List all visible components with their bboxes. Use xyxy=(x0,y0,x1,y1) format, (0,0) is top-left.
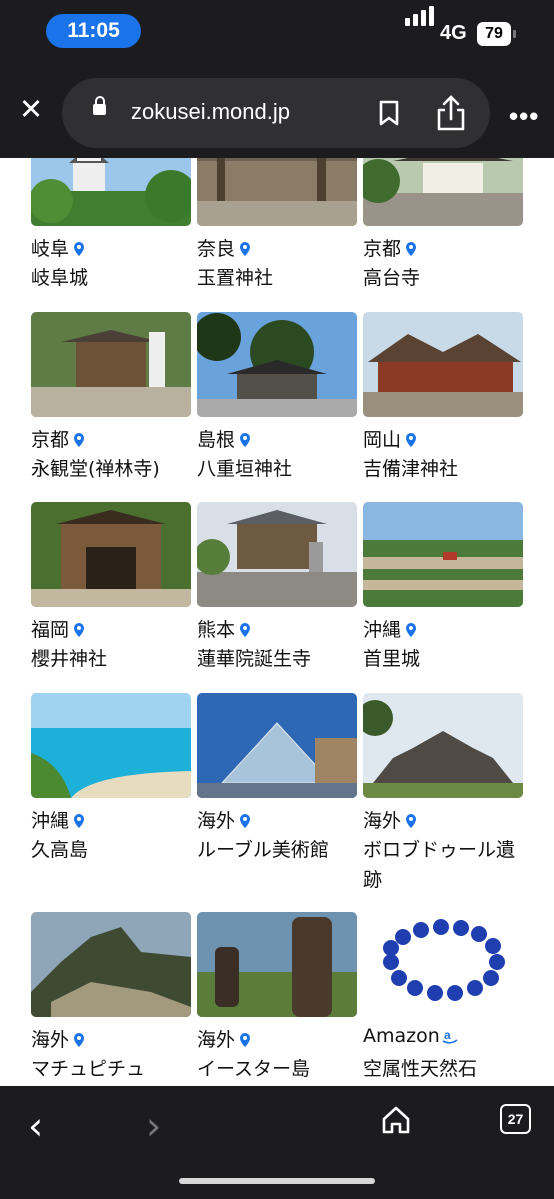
map-pin-icon xyxy=(240,623,251,637)
place-name: 岐阜城 xyxy=(31,267,89,289)
place-photo-rengein-tanjoji xyxy=(197,502,357,607)
place-name: 玉置神社 xyxy=(197,267,274,289)
region-label: 京都 xyxy=(31,425,87,452)
region-label: 岡山 xyxy=(363,425,419,452)
forward-icon[interactable]: › xyxy=(146,1104,161,1148)
place-photo-eikando xyxy=(31,312,191,417)
map-pin-icon xyxy=(240,1033,251,1047)
place-photo-kudaka-island xyxy=(31,693,191,798)
map-pin-icon xyxy=(74,1033,85,1047)
place-photo-shuri-castle xyxy=(363,502,523,607)
close-icon[interactable]: ✕ xyxy=(16,94,46,124)
lock-icon xyxy=(93,96,106,115)
map-pin-icon xyxy=(74,623,85,637)
bookmark-icon[interactable] xyxy=(378,100,400,126)
home-icon[interactable] xyxy=(380,1104,412,1136)
map-pin-icon xyxy=(240,814,251,828)
svg-text:a: a xyxy=(444,1028,451,1042)
place-name: 高台寺 xyxy=(363,267,421,289)
place-photo-easter-island xyxy=(197,912,357,1017)
region-label: 奈良 xyxy=(197,234,253,261)
map-pin-icon xyxy=(406,242,417,256)
browser-toolbar: ✕ zokusei.mond.jp ••• xyxy=(0,70,554,158)
home-indicator xyxy=(179,1178,375,1184)
region-label: 岐阜 xyxy=(31,234,87,261)
network-type: 4G xyxy=(440,22,467,44)
share-icon[interactable] xyxy=(434,94,468,132)
more-options-icon[interactable]: ••• xyxy=(509,101,539,132)
map-pin-icon xyxy=(406,814,417,828)
region-label: 海外 xyxy=(363,806,419,833)
place-photo-tamaki-shrine xyxy=(197,158,357,226)
status-time: 11:05 xyxy=(46,14,141,48)
place-name: マチュピチュ xyxy=(31,1058,146,1080)
place-photo-machu-picchu xyxy=(31,912,191,1017)
address-bar[interactable]: zokusei.mond.jp xyxy=(62,78,490,148)
place-name: 永観堂(禅林寺) xyxy=(31,458,160,480)
place-name: ルーブル美術館 xyxy=(197,839,329,861)
region-label: 島根 xyxy=(197,425,253,452)
region-label: 京都 xyxy=(363,234,419,261)
back-icon[interactable]: ‹ xyxy=(28,1104,43,1148)
region-label: 海外 xyxy=(197,806,253,833)
region-label: 海外 xyxy=(197,1025,253,1052)
place-name: 蓮華院誕生寺 xyxy=(197,648,312,670)
product-photo-bracelet xyxy=(363,912,523,1017)
status-bar: 11:05 4G 79 xyxy=(0,0,554,70)
url-text: zokusei.mond.jp xyxy=(131,99,290,124)
region-label: Amazon a xyxy=(363,1025,458,1047)
place-photo-borobudur xyxy=(363,693,523,798)
place-photo-louvre xyxy=(197,693,357,798)
place-name: 吉備津神社 xyxy=(363,458,459,480)
place-name: 久高島 xyxy=(31,839,89,861)
place-name: ボロブドゥール遺跡 xyxy=(363,839,516,891)
place-name: 首里城 xyxy=(363,648,421,670)
map-pin-icon xyxy=(74,433,85,447)
battery-level: 79 xyxy=(477,22,516,46)
place-photo-sakurai-shrine xyxy=(31,502,191,607)
tab-count[interactable]: 27 xyxy=(500,1104,531,1134)
place-photo-kodaiji xyxy=(363,158,523,226)
place-photo-yaegaki-shrine xyxy=(197,312,357,417)
product-name: 空属性天然石 xyxy=(363,1058,478,1080)
place-grid: 岐阜 岐阜城 奈良 玉置神社 京都 高台寺 京都 永観堂(禅林寺) 島根 八重垣… xyxy=(0,158,554,1086)
region-label: 沖縄 xyxy=(31,806,87,833)
region-label: 海外 xyxy=(31,1025,87,1052)
place-name: 八重垣神社 xyxy=(197,458,293,480)
region-label: 熊本 xyxy=(197,615,253,642)
place-photo-gifu-castle xyxy=(31,158,191,226)
map-pin-icon xyxy=(406,623,417,637)
region-label: 福岡 xyxy=(31,615,87,642)
map-pin-icon xyxy=(240,433,251,447)
region-label: 沖縄 xyxy=(363,615,419,642)
map-pin-icon xyxy=(74,242,85,256)
map-pin-icon xyxy=(74,814,85,828)
place-name: 櫻井神社 xyxy=(31,648,108,670)
amazon-icon: a xyxy=(442,1028,458,1044)
map-pin-icon xyxy=(240,242,251,256)
map-pin-icon xyxy=(406,433,417,447)
place-photo-kibitsu-shrine xyxy=(363,312,523,417)
place-name: イースター島 xyxy=(197,1058,311,1080)
